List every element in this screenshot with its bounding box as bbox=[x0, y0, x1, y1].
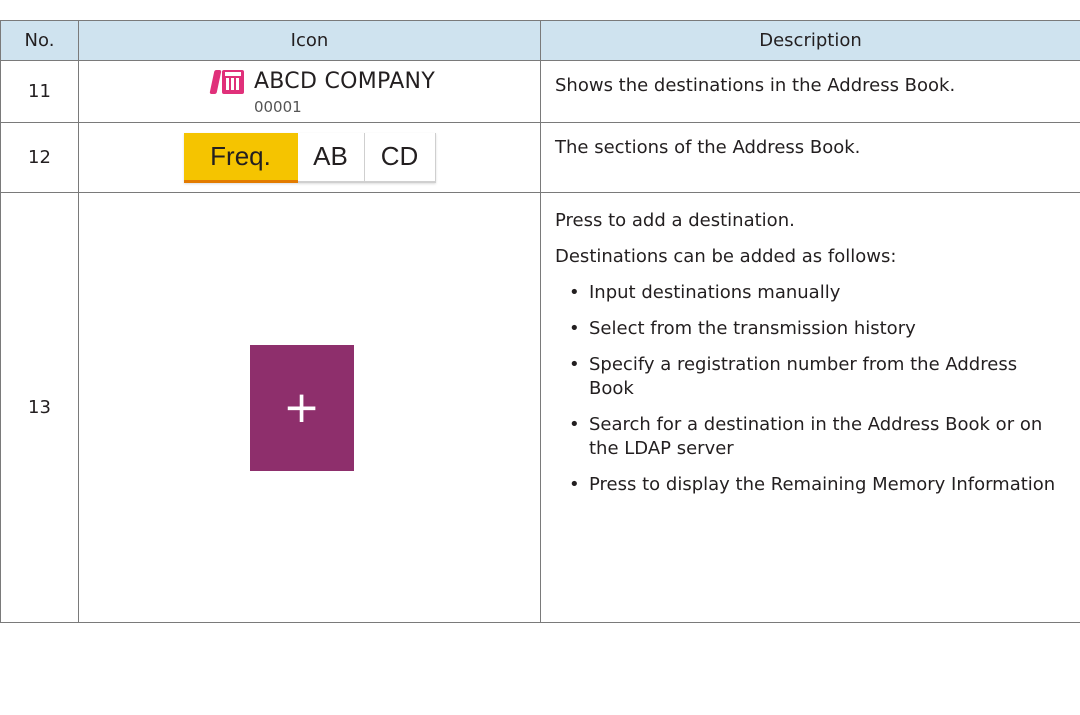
table-row: 11 ABCD COMPANY 00001 Shows the destinat… bbox=[0, 60, 1080, 123]
entry-registration-number: 00001 bbox=[253, 97, 302, 116]
header-description: Description bbox=[540, 20, 1080, 61]
description-table: No. Icon Description 11 ABCD COMPANY 000… bbox=[0, 20, 1080, 623]
add-destination-button: + bbox=[249, 344, 354, 471]
list-item: Input destinations manually bbox=[555, 281, 1066, 305]
list-item: Select from the transmission history bbox=[555, 317, 1066, 341]
plus-icon: + bbox=[283, 381, 320, 433]
description-text: Press to add a destination. bbox=[555, 210, 795, 231]
header-icon: Icon bbox=[78, 20, 541, 61]
address-book-section-tabs: Freq. AB CD bbox=[183, 132, 436, 183]
fax-icon bbox=[209, 68, 244, 96]
bullet-list: Input destinations manually Select from … bbox=[555, 281, 1066, 497]
row-number: 12 bbox=[0, 122, 79, 193]
icon-cell: + bbox=[78, 192, 541, 623]
header-no: No. bbox=[0, 20, 79, 61]
table-row: 13 + Press to add a destination. Destina… bbox=[0, 192, 1080, 623]
list-item: Search for a destination in the Address … bbox=[555, 413, 1066, 461]
address-book-entry: ABCD COMPANY 00001 bbox=[209, 68, 436, 116]
icon-cell: ABCD COMPANY 00001 bbox=[78, 60, 541, 123]
entry-company-name: ABCD COMPANY bbox=[253, 69, 436, 94]
list-item: Specify a registration number from the A… bbox=[555, 353, 1066, 401]
tab-ab: AB bbox=[298, 132, 365, 181]
row-description: Shows the destinations in the Address Bo… bbox=[540, 60, 1080, 123]
description-intro: Destinations can be added as follows: bbox=[555, 246, 897, 267]
tab-freq: Freq. bbox=[183, 132, 298, 183]
tab-cd: CD bbox=[365, 132, 436, 181]
row-description: Press to add a destination. Destinations… bbox=[540, 192, 1080, 623]
icon-cell: Freq. AB CD bbox=[78, 122, 541, 193]
row-description: The sections of the Address Book. bbox=[540, 122, 1080, 193]
table-row: 12 Freq. AB CD The sections of the Addre… bbox=[0, 122, 1080, 193]
row-number: 11 bbox=[0, 60, 79, 123]
list-item: Press to display the Remaining Memory In… bbox=[555, 473, 1066, 497]
header-row: No. Icon Description bbox=[0, 20, 1080, 61]
row-number: 13 bbox=[0, 192, 79, 623]
